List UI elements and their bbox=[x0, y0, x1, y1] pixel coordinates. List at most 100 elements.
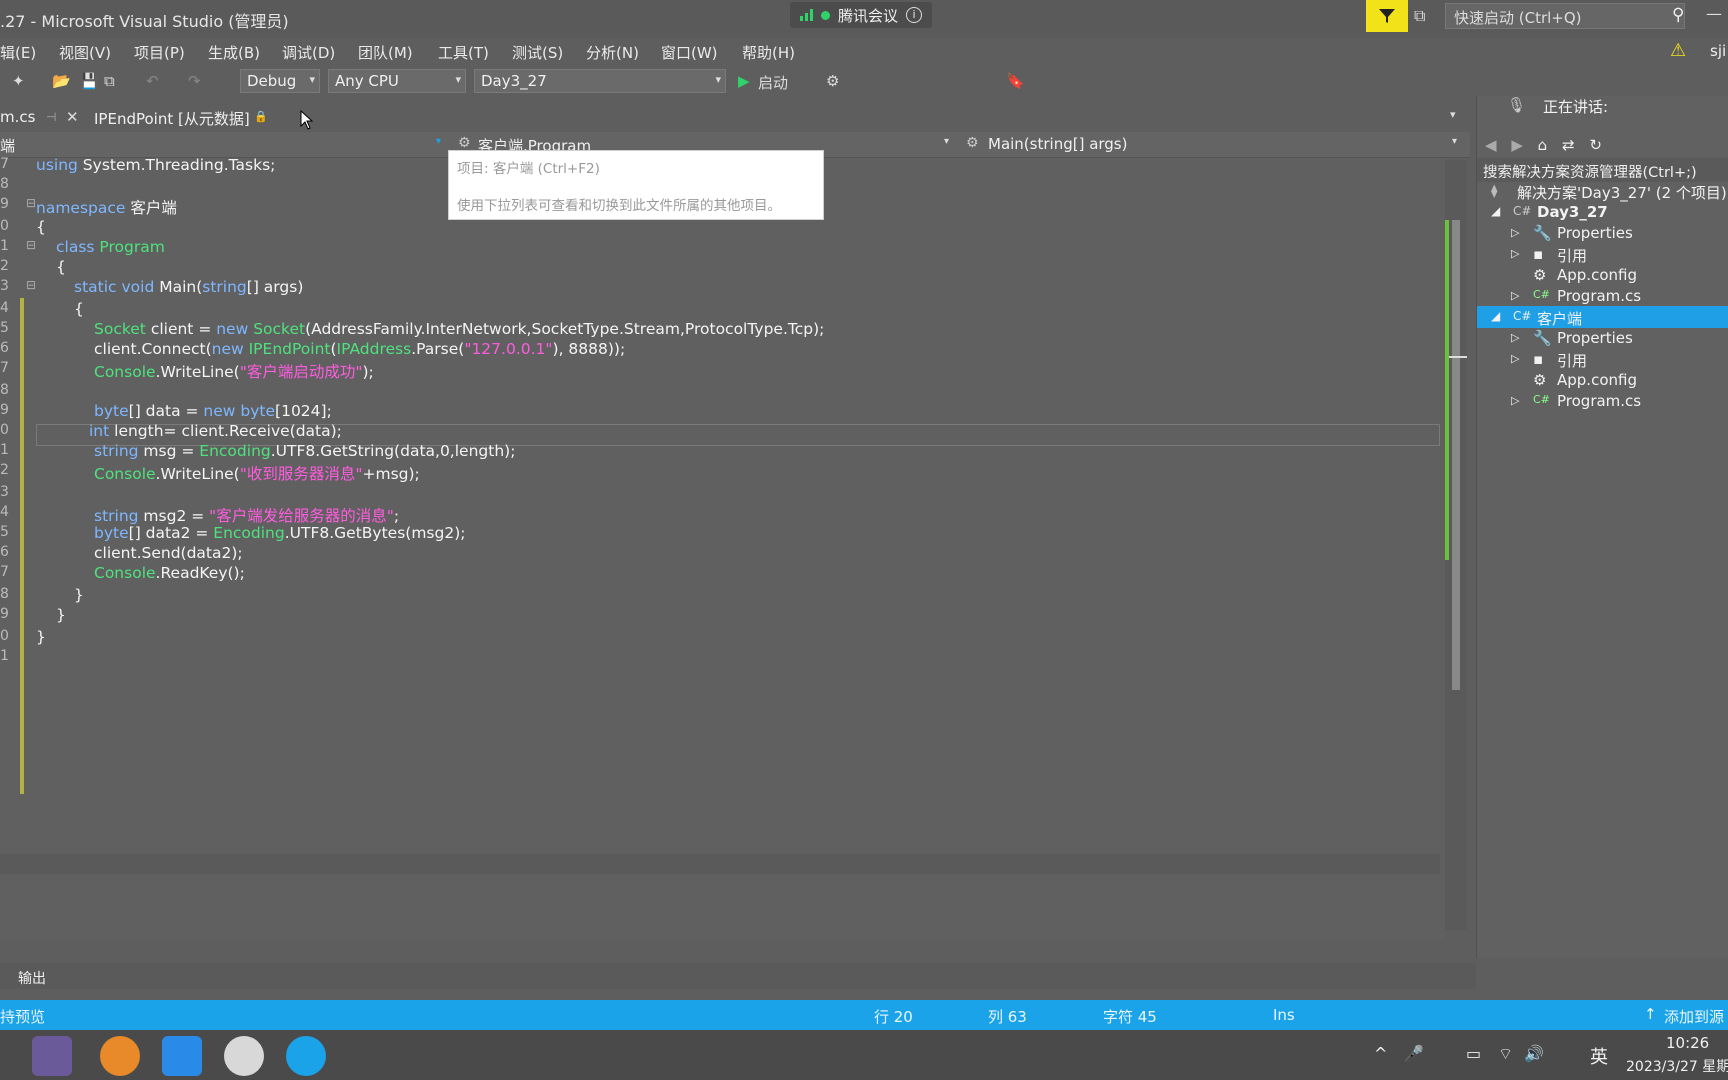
tree-program-cs-2[interactable]: Program.cs bbox=[1557, 392, 1641, 410]
menu-test[interactable]: 测试(S) bbox=[512, 42, 563, 63]
collapse-icon[interactable]: ⊟ bbox=[26, 238, 36, 260]
volume-icon[interactable]: 🔊 bbox=[1524, 1044, 1544, 1063]
tree-project-client[interactable]: 客户端 bbox=[1537, 308, 1582, 329]
tree-appconfig-2[interactable]: App.config bbox=[1557, 371, 1637, 389]
menu-debug[interactable]: 调试(D) bbox=[282, 42, 335, 63]
status-char: 字符 45 bbox=[1103, 1008, 1157, 1026]
output-panel-tab[interactable]: 输出 bbox=[0, 963, 1476, 989]
save-icon[interactable]: 💾 bbox=[80, 72, 99, 90]
se-search-input[interactable]: 搜索解决方案资源管理器(Ctrl+;) bbox=[1477, 158, 1728, 182]
clock-time[interactable]: 10:26 bbox=[1666, 1034, 1709, 1052]
open-file-icon[interactable]: 📂 bbox=[52, 72, 71, 90]
app-taskbar-icon[interactable] bbox=[100, 1036, 140, 1076]
tab-overflow-icon[interactable]: ▾ bbox=[1450, 108, 1456, 121]
home-icon[interactable]: ⌂ bbox=[1538, 136, 1548, 154]
undo-icon[interactable]: ↶ bbox=[146, 72, 159, 90]
csharp-project-icon: C# bbox=[1513, 309, 1532, 323]
save-all-icon[interactable]: ⧉ bbox=[104, 72, 115, 90]
search-icon[interactable]: ⚲ bbox=[1672, 5, 1684, 25]
tencent-meeting-indicator[interactable]: 腾讯会议 i bbox=[790, 2, 933, 28]
back-icon[interactable]: ◀ bbox=[1485, 136, 1497, 154]
solution-platform-select[interactable]: Any CPU bbox=[328, 69, 466, 93]
close-icon[interactable]: ✕ bbox=[66, 108, 79, 126]
tab-program-cs[interactable]: m.cs bbox=[0, 108, 35, 126]
refresh-icon[interactable]: ↻ bbox=[1589, 136, 1602, 154]
new-project-icon[interactable]: ✦ bbox=[12, 72, 25, 90]
collapse-arrow-icon[interactable]: ▷ bbox=[1511, 331, 1519, 344]
tree-properties-2[interactable]: Properties bbox=[1557, 329, 1633, 347]
menu-window[interactable]: 窗口(W) bbox=[661, 42, 718, 63]
feedback-filter-button[interactable] bbox=[1366, 0, 1408, 32]
pin-icon[interactable]: ⊣ bbox=[46, 110, 56, 124]
expand-icon[interactable]: ◢ bbox=[1491, 309, 1500, 323]
tencent-meeting-taskbar-icon[interactable] bbox=[286, 1036, 326, 1076]
change-overview-marker bbox=[1445, 220, 1449, 560]
horizontal-scrollbar[interactable] bbox=[0, 854, 1440, 874]
menu-project[interactable]: 项目(P) bbox=[134, 42, 185, 63]
forward-icon[interactable]: ▶ bbox=[1511, 136, 1523, 154]
nav-member-arrow-icon[interactable]: ▾ bbox=[1452, 136, 1457, 147]
tree-solution[interactable]: 解决方案'Day3_27' (2 个项目) bbox=[1517, 182, 1727, 203]
nav-dropdown-arrow-icon[interactable]: ▾ bbox=[436, 136, 441, 147]
browser-link-icon[interactable]: ⚙ bbox=[826, 72, 839, 90]
startup-project-select[interactable]: Day3_27 bbox=[474, 69, 726, 93]
code-line-msg2: string msg2 = "客户端发给服务器的消息"; bbox=[94, 507, 400, 525]
arrow-up-icon: ↑ bbox=[1644, 1005, 1657, 1023]
nav-type-arrow-icon[interactable]: ▾ bbox=[944, 136, 949, 147]
solution-configuration-select[interactable]: Debug bbox=[240, 69, 320, 93]
tree-references-2[interactable]: 引用 bbox=[1557, 350, 1587, 371]
collapse-arrow-icon[interactable]: ▷ bbox=[1511, 247, 1519, 260]
quick-launch-input[interactable]: 快速启动 (Ctrl+Q) bbox=[1445, 3, 1685, 29]
start-button[interactable]: 启动 bbox=[758, 72, 788, 93]
paint-taskbar-icon[interactable] bbox=[224, 1036, 264, 1076]
code-editor[interactable]: using System.Threading.Tasks; ⊟ namespac… bbox=[0, 156, 1445, 940]
notifications-icon[interactable]: ⧉ bbox=[1414, 6, 1425, 26]
wifi-icon[interactable]: ⌔ bbox=[1498, 1044, 1513, 1064]
tree-project-day3[interactable]: Day3_27 bbox=[1537, 203, 1608, 221]
collapse-icon[interactable]: ⊟ bbox=[26, 278, 36, 300]
class-icon: ⚙ bbox=[458, 135, 471, 151]
tab-ipendpoint[interactable]: IPEndPoint [从元数据] bbox=[94, 108, 250, 129]
tree-program-cs-1[interactable]: Program.cs bbox=[1557, 287, 1641, 305]
warning-icon[interactable]: ⚠ bbox=[1670, 40, 1686, 61]
nav-member-dropdown[interactable]: Main(string[] args) bbox=[988, 135, 1127, 153]
redo-icon[interactable]: ↷ bbox=[188, 72, 201, 90]
project-tooltip: 项目: 客户端 (Ctrl+F2) 使用下拉列表可查看和切换到此文件所属的其他项… bbox=[448, 150, 824, 220]
user-name[interactable]: sji bbox=[1710, 42, 1726, 60]
menu-tools[interactable]: 工具(T) bbox=[438, 42, 489, 63]
collapse-arrow-icon[interactable]: ▷ bbox=[1511, 394, 1519, 407]
menu-build[interactable]: 生成(B) bbox=[208, 42, 260, 63]
tree-properties-1[interactable]: Properties bbox=[1557, 224, 1633, 242]
menu-help[interactable]: 帮助(H) bbox=[742, 42, 795, 63]
menu-view[interactable]: 视图(V) bbox=[59, 42, 111, 63]
add-to-source-control-button[interactable]: 添加到源 bbox=[1664, 1006, 1724, 1027]
menu-bar: 辑(E) 视图(V) 项目(P) 生成(B) 调试(D) 团队(M) 工具(T)… bbox=[0, 38, 1728, 64]
menu-edit[interactable]: 辑(E) bbox=[0, 42, 36, 63]
menu-team[interactable]: 团队(M) bbox=[358, 42, 413, 63]
mic-muted-icon[interactable]: 🎙 bbox=[1507, 96, 1526, 114]
battery-icon[interactable]: ▭ bbox=[1466, 1044, 1481, 1063]
vertical-scrollbar[interactable] bbox=[1445, 160, 1467, 930]
tree-appconfig-1[interactable]: App.config bbox=[1557, 266, 1637, 284]
info-icon[interactable]: i bbox=[906, 7, 923, 23]
minimize-button[interactable]: — bbox=[1706, 4, 1722, 23]
ime-indicator[interactable]: 英 bbox=[1590, 1043, 1608, 1069]
expand-icon[interactable]: ◢ bbox=[1491, 204, 1500, 218]
photos-taskbar-icon[interactable] bbox=[162, 1036, 202, 1076]
collapse-icon[interactable]: ⊟ bbox=[26, 196, 36, 218]
nav-project-dropdown[interactable]: 端 bbox=[0, 135, 15, 156]
sync-icon[interactable]: ⇄ bbox=[1562, 136, 1575, 154]
visual-studio-taskbar-icon[interactable] bbox=[32, 1036, 72, 1076]
collapse-arrow-icon[interactable]: ▷ bbox=[1511, 352, 1519, 365]
clock-date[interactable]: 2023/3/27 星期 bbox=[1626, 1056, 1728, 1076]
collapse-arrow-icon[interactable]: ▷ bbox=[1511, 226, 1519, 239]
scroll-thumb[interactable] bbox=[1452, 220, 1460, 690]
config-file-icon: ⚙ bbox=[1533, 371, 1547, 389]
microphone-icon[interactable]: 🎤 bbox=[1404, 1044, 1424, 1063]
menu-analyze[interactable]: 分析(N) bbox=[586, 42, 639, 63]
collapse-arrow-icon[interactable]: ▷ bbox=[1511, 289, 1519, 302]
tree-references-1[interactable]: 引用 bbox=[1557, 245, 1587, 266]
start-play-icon[interactable]: ▶ bbox=[738, 72, 750, 90]
bookmark-icon[interactable]: 🔖 bbox=[1006, 72, 1025, 90]
show-hidden-icons-icon[interactable]: ^ bbox=[1374, 1044, 1387, 1063]
